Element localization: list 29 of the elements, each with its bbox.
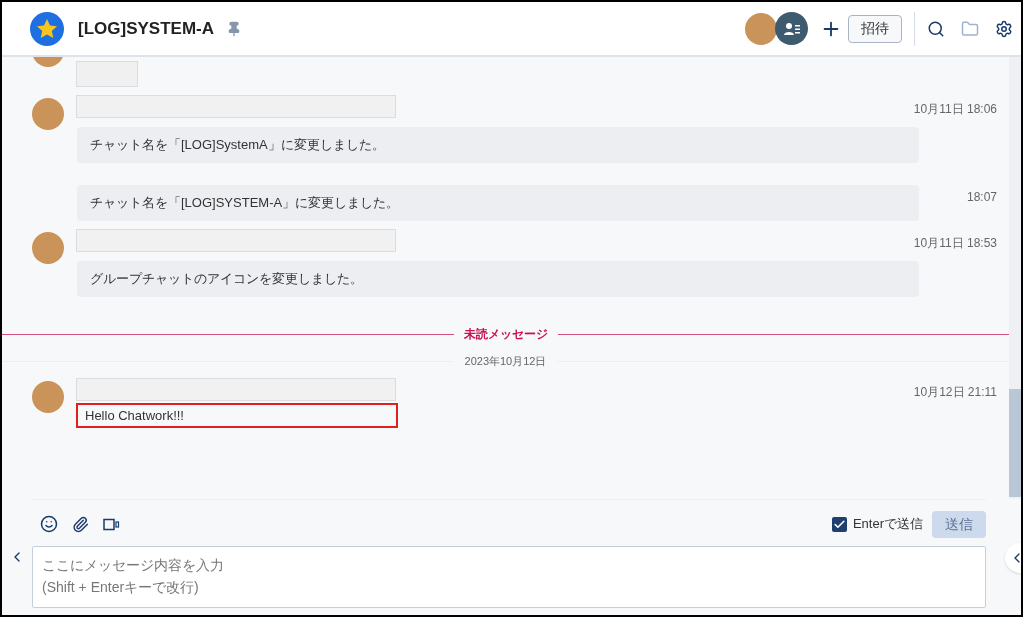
- enter-to-send-label: Enterで送信: [852, 515, 923, 534]
- star-logo-icon: [30, 11, 64, 46]
- message-time: 18:07: [966, 189, 997, 206]
- message-time: 10月12日 21:11: [913, 384, 997, 401]
- pin-icon[interactable]: [226, 20, 242, 37]
- message-time: 10月11日 18:06: [913, 101, 997, 118]
- member-avatar-photo-placeholder[interactable]: [745, 12, 777, 45]
- paperclip-icon[interactable]: [72, 515, 89, 533]
- message-time: 10月11日 18:53: [913, 235, 997, 252]
- search-icon[interactable]: [927, 19, 945, 38]
- member-list-icon[interactable]: [775, 12, 808, 45]
- settings-icon[interactable]: [995, 19, 1013, 38]
- unread-divider-label: 未読メッセージ: [462, 326, 549, 343]
- scrollbar-thumb[interactable]: [1009, 389, 1021, 497]
- message-input-field[interactable]: ここにメッセージ内容を入力 (Shift + Enterキーで改行): [32, 546, 986, 608]
- video-camera-icon[interactable]: [103, 517, 120, 531]
- avatar-photo-placeholder: [32, 232, 64, 264]
- emoji-icon[interactable]: [40, 515, 58, 533]
- invite-button[interactable]: 招待: [848, 14, 902, 43]
- message-text: Hello Chatwork!!!: [76, 403, 398, 428]
- chat-title: [LOG]SYSTEM-A: [78, 17, 214, 40]
- date-label: 2023年10月12日: [463, 353, 548, 369]
- enter-to-send-checkbox[interactable]: [831, 516, 847, 532]
- avatar-photo-placeholder: [32, 381, 64, 413]
- system-message: グループチャットのアイコンを変更しました。: [77, 261, 919, 297]
- system-message: チャット名を「[LOG]SystemA」に変更しました。: [77, 127, 919, 163]
- avatar-photo-placeholder: [32, 98, 64, 130]
- system-message: チャット名を「[LOG]SYSTEM-A」に変更しました。: [77, 185, 919, 221]
- redacted-name-block: [76, 61, 138, 87]
